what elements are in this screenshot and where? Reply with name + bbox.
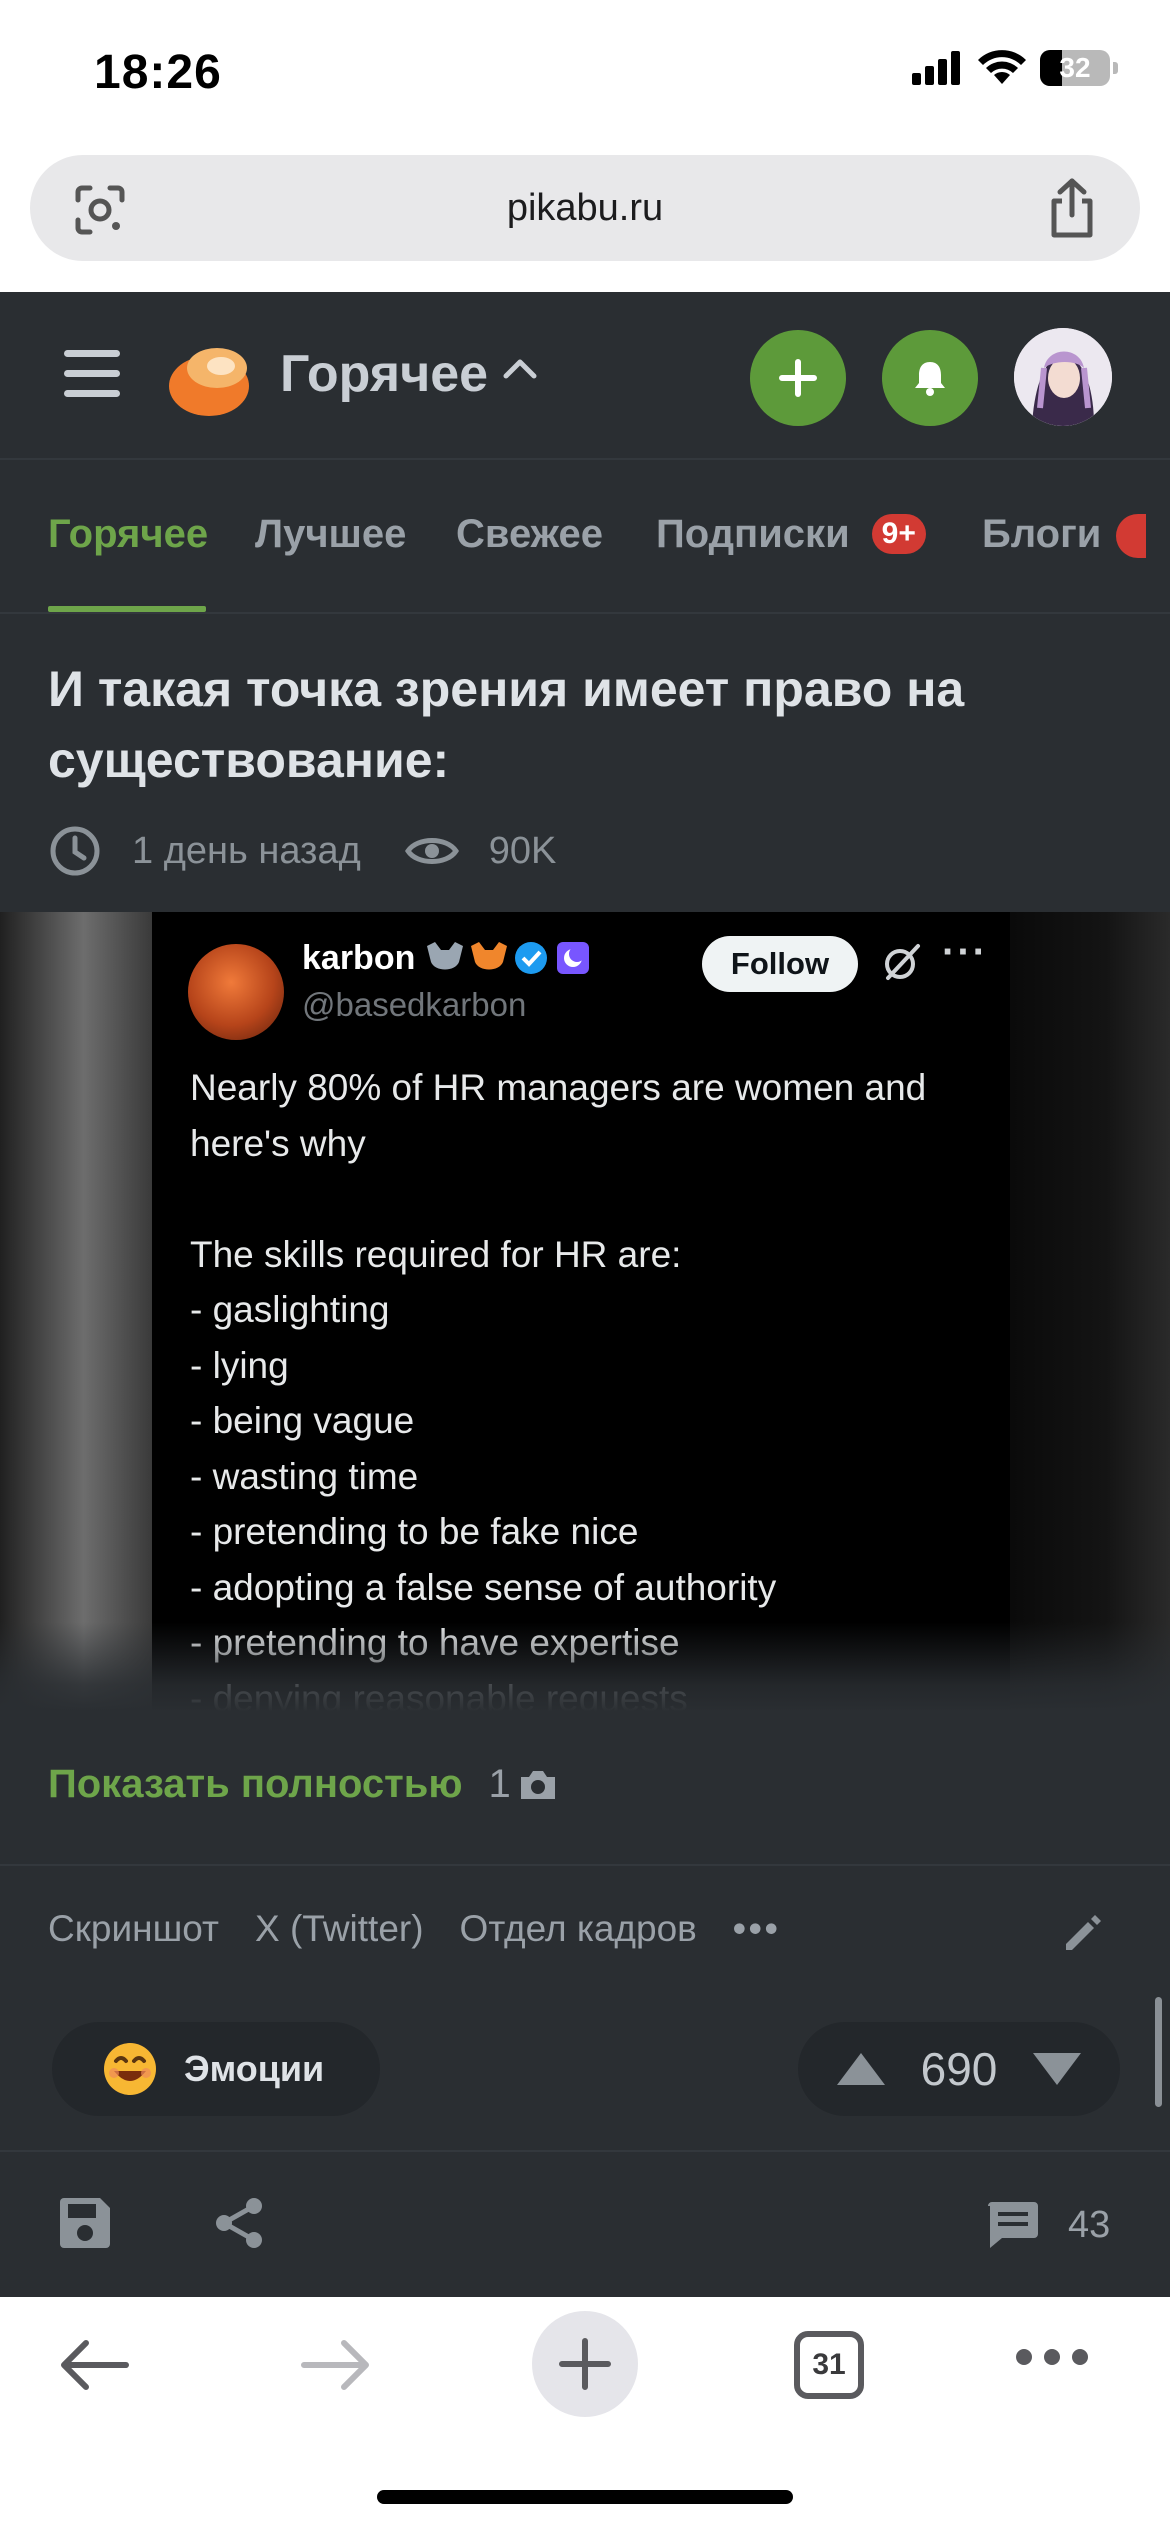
- battery-indicator: 32: [1040, 50, 1118, 86]
- address-bar[interactable]: pikabu.ru: [30, 155, 1140, 261]
- tab-subscriptions[interactable]: Подписки 9+: [656, 512, 926, 557]
- tag-twitter[interactable]: X (Twitter): [255, 1908, 424, 1950]
- status-time: 18:26: [94, 46, 222, 99]
- menu-icon[interactable]: [64, 350, 120, 398]
- tag-hr-department[interactable]: Отдел кадров: [460, 1908, 697, 1950]
- home-indicator: [377, 2490, 793, 2504]
- post-image[interactable]: karbon @basedkarbon Follow ··· Nearly 80…: [0, 912, 1170, 1712]
- share-icon[interactable]: [1044, 177, 1100, 239]
- emoji-icons: [427, 942, 590, 974]
- share-post-icon[interactable]: [212, 2196, 266, 2250]
- comments-count: 43: [1068, 2203, 1111, 2246]
- upvote-icon[interactable]: [834, 2049, 888, 2089]
- show-full-link[interactable]: Показать полностью 1: [48, 1762, 559, 1807]
- tab-subscriptions-label: Подписки: [656, 512, 850, 556]
- new-tab-button[interactable]: [532, 2311, 638, 2417]
- status-bar: 18:26 32: [0, 0, 1170, 150]
- tweet-author-name: karbon: [302, 938, 416, 977]
- clock-icon: [50, 826, 100, 876]
- comment-icon: [988, 2202, 1038, 2248]
- back-arrow-icon[interactable]: [58, 2339, 130, 2391]
- pikabu-page: Горячее Горячее Лучшее Свежее Подписки 9…: [0, 292, 1170, 2297]
- forward-arrow-icon[interactable]: [300, 2339, 372, 2391]
- header-title[interactable]: Горячее: [280, 344, 488, 404]
- active-tab-indicator: [48, 606, 206, 612]
- tweet-avatar: [188, 944, 284, 1040]
- avatar-image: [1014, 328, 1112, 426]
- bell-icon: [915, 362, 945, 396]
- battery-level: 32: [1059, 52, 1091, 83]
- tweet-text: Nearly 80% of HR managers are women and …: [190, 1067, 927, 1712]
- post-time: 1 день назад: [132, 829, 361, 872]
- image-count: 1: [489, 1762, 559, 1807]
- wifi-icon: [978, 50, 1026, 84]
- plus-icon: [779, 359, 817, 397]
- divider: [0, 1864, 1170, 1866]
- camera-icon: [520, 1770, 555, 1799]
- more-options-icon[interactable]: [1016, 2349, 1088, 2365]
- smiling-face-icon: [104, 2043, 156, 2095]
- eye-icon: [404, 838, 459, 864]
- add-post-button[interactable]: [750, 330, 846, 426]
- downvote-icon[interactable]: [1030, 2049, 1084, 2089]
- tab-best[interactable]: Лучшее: [255, 512, 406, 557]
- tweet-handle: @basedkarbon: [302, 986, 527, 1023]
- post-meta: 1 день назад 90K: [48, 824, 556, 878]
- emotions-label: Эмоции: [184, 2048, 325, 2089]
- chevron-up-icon[interactable]: [502, 354, 538, 384]
- tweet-author: karbon: [302, 938, 593, 978]
- tweet-more-icon: ···: [942, 930, 988, 974]
- tabs-count-button[interactable]: 31: [794, 2331, 864, 2399]
- divider: [0, 2150, 1170, 2152]
- tab-blogs[interactable]: Блоги: [982, 512, 1101, 557]
- show-full-label[interactable]: Показать полностью: [48, 1762, 463, 1807]
- tag-screenshot[interactable]: Скриншот: [48, 1908, 219, 1950]
- post-tags: Скриншот X (Twitter) Отдел кадров •••: [48, 1908, 781, 1950]
- site-header: Горячее: [0, 292, 1170, 460]
- post-views: 90K: [488, 829, 557, 872]
- image-blur-right: [1010, 912, 1170, 1712]
- image-blur-left: [0, 912, 152, 1712]
- tweet-screenshot: karbon @basedkarbon Follow ··· Nearly 80…: [152, 912, 1010, 1712]
- blogs-badge: [1116, 514, 1146, 558]
- tab-hot[interactable]: Горячее: [48, 512, 208, 557]
- notifications-button[interactable]: [882, 330, 978, 426]
- pikabu-logo[interactable]: [165, 338, 255, 418]
- tab-fresh[interactable]: Свежее: [456, 512, 603, 557]
- feed-tabs: Горячее Лучшее Свежее Подписки 9+ Блоги: [0, 462, 1170, 614]
- follow-button: Follow: [702, 936, 858, 992]
- emotions-button[interactable]: Эмоции: [52, 2022, 380, 2116]
- grok-icon: [885, 944, 920, 980]
- status-icons: 32: [912, 50, 1118, 86]
- cellular-signal-icon: [912, 51, 960, 85]
- save-icon[interactable]: [56, 2194, 114, 2252]
- image-fade: [0, 1622, 1170, 1712]
- scrollbar[interactable]: [1155, 1997, 1162, 2107]
- post-title[interactable]: И такая точка зрения имеет право на суще…: [48, 654, 1108, 796]
- rating-value: 690: [920, 2043, 998, 2095]
- rating-widget: 690: [798, 2022, 1120, 2116]
- image-count-value: 1: [488, 1762, 511, 1806]
- plus-icon: [559, 2338, 611, 2390]
- post-actions: 43: [0, 2164, 1170, 2294]
- url-text[interactable]: pikabu.ru: [30, 187, 1140, 230]
- user-avatar[interactable]: [1014, 328, 1112, 426]
- more-tags-icon[interactable]: •••: [733, 1908, 781, 1950]
- subscriptions-badge: 9+: [871, 514, 926, 554]
- edit-tags-icon[interactable]: [1060, 1912, 1104, 1956]
- comments-button[interactable]: 43: [984, 2198, 1110, 2252]
